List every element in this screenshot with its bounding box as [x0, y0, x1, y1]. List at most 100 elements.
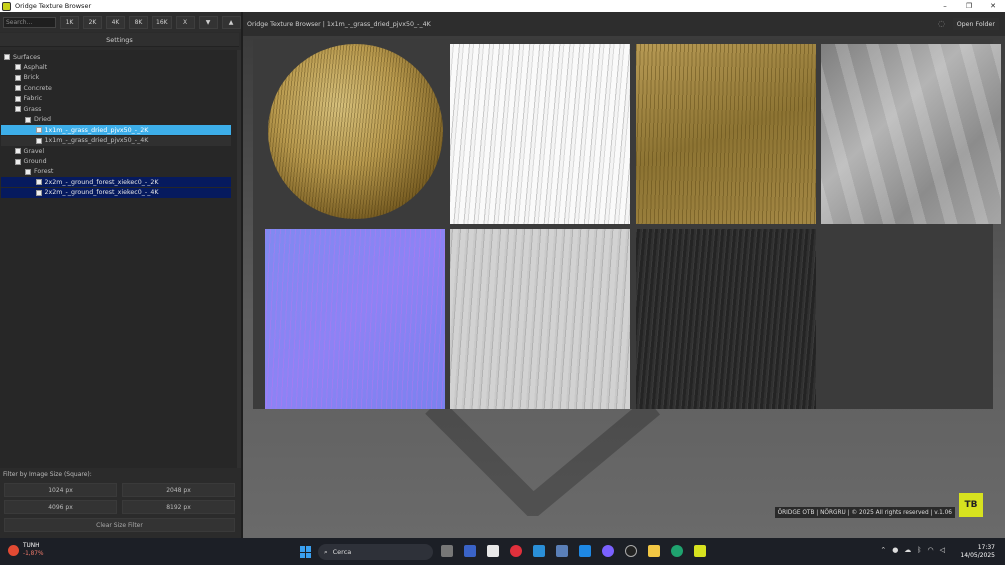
- shadow-decoration: [425, 397, 661, 516]
- tree-item[interactable]: Grass: [1, 104, 231, 114]
- app-icon-1[interactable]: [464, 545, 476, 557]
- chevron-up-icon[interactable]: ⌃: [880, 546, 886, 554]
- tree-item-label: Brick: [23, 74, 40, 82]
- tree-checkbox-icon[interactable]: [4, 54, 10, 60]
- toolbar: 1K 2K 4K 8K 16K X ▼ ▲: [0, 12, 241, 32]
- tree-item[interactable]: Gravel: [1, 146, 231, 156]
- app-logo-icon: [2, 1, 11, 11]
- tree-item[interactable]: 2x2m_-_ground_forest_xiekec0_-_4K: [1, 187, 231, 198]
- height-map-thumb[interactable]: [636, 229, 816, 409]
- copilot-icon[interactable]: [602, 545, 614, 557]
- opacity-map-thumb[interactable]: [450, 44, 630, 224]
- size-4096-button[interactable]: 4096 px: [4, 500, 117, 514]
- collapse-all-button[interactable]: ▲: [221, 15, 241, 29]
- bluetooth-icon[interactable]: ᛒ: [917, 546, 921, 554]
- tree-item[interactable]: Asphalt: [1, 62, 231, 72]
- tree-item-label: Asphalt: [23, 63, 48, 71]
- clear-filter-button[interactable]: X: [175, 15, 195, 29]
- tree-item[interactable]: Ground: [1, 157, 231, 167]
- tree-checkbox-icon[interactable]: [35, 179, 42, 186]
- folder-icon[interactable]: [648, 545, 660, 557]
- tree-checkbox-icon[interactable]: [14, 85, 21, 92]
- tree-item[interactable]: Fabric: [1, 94, 231, 104]
- media-icon[interactable]: [510, 545, 522, 557]
- tree-item-label: Concrete: [23, 84, 52, 92]
- texture-browser-taskbar-icon[interactable]: [694, 545, 706, 557]
- docs-icon[interactable]: [533, 545, 545, 557]
- sphere-preview[interactable]: [268, 44, 443, 219]
- albedo-map-thumb[interactable]: [636, 44, 816, 224]
- tree-item[interactable]: Forest: [1, 167, 231, 177]
- taskbar-search[interactable]: ⌕ Cerca: [318, 544, 433, 560]
- roughness-map-thumb[interactable]: [821, 44, 1001, 224]
- texture-tree: Surfaces Asphalt Brick Concrete Fabric Grass D…: [0, 50, 237, 468]
- res-16k-button[interactable]: 16K: [152, 15, 172, 29]
- open-folder-button[interactable]: Open Folder: [952, 18, 999, 30]
- weather-change: -1,87%: [23, 551, 44, 557]
- app-icon-2[interactable]: [579, 545, 591, 557]
- title-bar: Oridge Texture Browser – ❐ ✕: [0, 0, 1005, 12]
- tree-checkbox-icon[interactable]: [14, 95, 21, 102]
- maximize-button[interactable]: ❐: [957, 0, 981, 12]
- tree-checkbox-icon[interactable]: [35, 127, 42, 134]
- tree-item[interactable]: 1x1m_-_grass_dried_pjvx50_-_4K: [1, 135, 231, 146]
- tree-item[interactable]: 2x2m_-_ground_forest_xiekec0_-_2K: [1, 177, 231, 188]
- search-icon: ⌕: [324, 547, 328, 556]
- current-path: Oridge Texture Browser | 1x1m_-_grass_dr…: [247, 20, 431, 28]
- size-1024-button[interactable]: 1024 px: [4, 483, 117, 497]
- search-input[interactable]: [3, 16, 56, 28]
- tree-item[interactable]: Surfaces: [1, 52, 231, 62]
- expand-all-button[interactable]: ▼: [198, 15, 218, 29]
- settings-header[interactable]: Settings: [0, 33, 239, 47]
- system-tray: ⌃ ● ☁ ᛒ ◠ ◁: [880, 546, 945, 554]
- size-2048-button[interactable]: 2048 px: [122, 483, 235, 497]
- tree-checkbox-icon[interactable]: [14, 148, 21, 155]
- clear-size-filter-button[interactable]: Clear Size Filter: [4, 518, 235, 532]
- tree-checkbox-icon[interactable]: [25, 168, 31, 175]
- texture-grid: [253, 39, 1001, 409]
- close-button[interactable]: ✕: [981, 0, 1005, 12]
- window-title: Oridge Texture Browser: [15, 2, 92, 10]
- res-8k-button[interactable]: 8K: [129, 15, 148, 29]
- tree-item[interactable]: Concrete: [1, 83, 231, 93]
- res-1k-button[interactable]: 1K: [60, 15, 79, 29]
- minimize-button[interactable]: –: [933, 0, 957, 12]
- tree-checkbox-icon[interactable]: [35, 137, 42, 144]
- res-4k-button[interactable]: 4K: [106, 15, 125, 29]
- store-icon[interactable]: [487, 545, 499, 557]
- taskbar-search-label: Cerca: [332, 548, 352, 556]
- tree-item[interactable]: 1x1m_-_grass_dried_pjvx50_-_2K: [1, 125, 231, 136]
- refresh-icon[interactable]: ◌: [938, 19, 945, 28]
- app-window: Oridge Texture Browser – ❐ ✕ 1K 2K 4K 8K…: [0, 0, 1005, 538]
- tree-checkbox-icon[interactable]: [14, 106, 21, 113]
- weather-widget[interactable]: TUNH -1,87%: [8, 542, 44, 558]
- tree-checkbox-icon[interactable]: [14, 64, 21, 71]
- start-button[interactable]: [300, 546, 312, 558]
- tree-item[interactable]: Dried: [1, 115, 231, 125]
- tray-app-icon[interactable]: ●: [892, 546, 898, 554]
- normal-map-thumb[interactable]: [265, 229, 445, 409]
- volume-icon[interactable]: ◁: [940, 546, 945, 554]
- brand-logo-icon: TB: [959, 493, 983, 517]
- ao-map-thumb[interactable]: [450, 229, 630, 409]
- tree-checkbox-icon[interactable]: [14, 158, 21, 165]
- taskbar: TUNH -1,87% ⌕ Cerca ⌃ ● ☁ ᛒ ◠ ◁ 17:37 14/05…: [0, 538, 1005, 565]
- res-2k-button[interactable]: 2K: [83, 15, 102, 29]
- tree-item-label: Dried: [34, 116, 52, 124]
- cloud-icon[interactable]: ☁: [904, 546, 911, 554]
- tree-item-label: 2x2m_-_ground_forest_xiekec0_-_4K: [44, 189, 159, 197]
- clock[interactable]: 17:37 14/05/2025: [960, 544, 995, 560]
- edge-icon[interactable]: [671, 545, 683, 557]
- tree-item-label: 2x2m_-_ground_forest_xiekec0_-_2K: [44, 178, 159, 186]
- size-8192-button[interactable]: 8192 px: [122, 500, 235, 514]
- task-view-icon[interactable]: [441, 545, 453, 557]
- tree-item[interactable]: Brick: [1, 73, 231, 83]
- tree-item-label: Gravel: [23, 147, 45, 155]
- tree-checkbox-icon[interactable]: [35, 189, 42, 196]
- logo-text: TB: [964, 500, 978, 510]
- wifi-icon[interactable]: ◠: [928, 546, 934, 554]
- steam-icon[interactable]: [625, 545, 637, 557]
- tree-checkbox-icon[interactable]: [25, 116, 31, 123]
- tree-checkbox-icon[interactable]: [14, 74, 21, 81]
- calc-icon[interactable]: [556, 545, 568, 557]
